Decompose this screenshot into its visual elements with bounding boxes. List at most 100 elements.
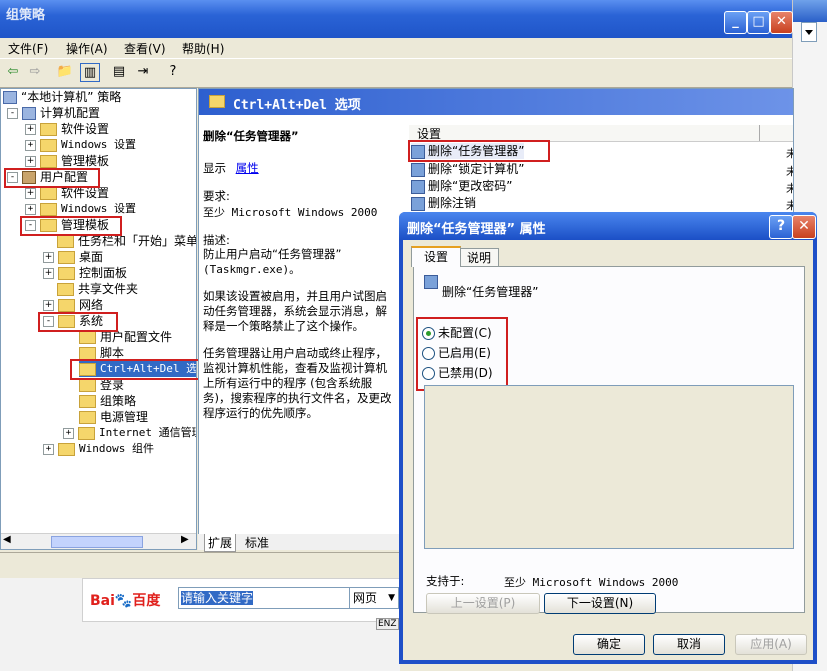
- list-item[interactable]: 删除“更改密码”: [411, 178, 512, 194]
- tree-node-user-windows-settings[interactable]: + Windows 设置: [25, 201, 136, 217]
- menu-file[interactable]: 文件(F): [8, 40, 48, 57]
- list-item[interactable]: 删除注销: [411, 195, 476, 211]
- ok-button[interactable]: 确定: [573, 634, 645, 655]
- baidu-logo[interactable]: Bai🐾百度: [90, 590, 160, 610]
- policy-icon: [3, 91, 17, 104]
- dialog-body: 设置 说明 删除“任务管理器” 未配置(C) 已启用(E) 已禁用(D) 支持于…: [403, 240, 813, 660]
- folder-icon: [40, 187, 57, 200]
- tree-node-desktop[interactable]: + 桌面: [43, 249, 103, 265]
- display-line: 显示 属性: [203, 161, 259, 175]
- search-input[interactable]: 请输入关键字: [178, 587, 352, 609]
- list-state-glyph: 未: [786, 163, 793, 179]
- description-line: 程序运行的优先顺序。: [203, 406, 318, 420]
- list-state-glyph: 未: [786, 197, 793, 213]
- folder-icon: [58, 267, 75, 280]
- tree-node-shared-folders[interactable]: 共享文件夹: [57, 281, 138, 297]
- tab-extended[interactable]: 扩展: [204, 534, 237, 552]
- description-title: 删除“任务管理器”: [203, 129, 299, 143]
- expand-icon[interactable]: +: [25, 139, 36, 151]
- menu-action[interactable]: 操作(A): [66, 40, 108, 57]
- dialog-title: 删除“任务管理器” 属性: [407, 222, 546, 237]
- comment-area: [424, 385, 794, 549]
- chevron-down-icon[interactable]: ▼: [388, 588, 395, 608]
- computer-icon: [22, 107, 36, 120]
- requirements-label: 要求:: [203, 189, 230, 203]
- setting-icon: [424, 275, 438, 289]
- expand-icon[interactable]: +: [43, 252, 54, 263]
- description-line: (Taskmgr.exe)。: [203, 263, 301, 276]
- description-line: 如果该设置被启用，并且用户试图启: [203, 289, 387, 303]
- next-setting-button[interactable]: 下一设置(N): [544, 593, 656, 614]
- tree-node-local-policy[interactable]: “本地计算机” 策略: [3, 89, 121, 105]
- up-folder-icon[interactable]: 📁: [56, 63, 74, 80]
- expand-icon[interactable]: +: [43, 300, 54, 311]
- list-item[interactable]: 删除“锁定计算机”: [411, 161, 524, 177]
- menu-view[interactable]: 查看(V): [124, 40, 166, 57]
- menu-help[interactable]: 帮助(H): [182, 40, 224, 57]
- titlebar[interactable]: 组策略 _ □ ✕: [0, 0, 793, 38]
- tree-node-admin-templates[interactable]: + 管理模板: [25, 153, 109, 169]
- tree-node-windows-settings[interactable]: + Windows 设置: [25, 137, 136, 153]
- properties-link[interactable]: 属性: [236, 161, 259, 175]
- folder-icon: [40, 155, 57, 168]
- expand-icon[interactable]: +: [25, 124, 36, 135]
- column-divider[interactable]: [759, 125, 760, 141]
- setting-icon: [411, 196, 425, 211]
- dialog-titlebar[interactable]: 删除“任务管理器” 属性 ? ✕: [399, 212, 817, 240]
- dialog-close-button[interactable]: ✕: [792, 215, 816, 239]
- expand-icon[interactable]: +: [25, 203, 36, 215]
- show-tree-icon[interactable]: ▥: [80, 63, 100, 82]
- folder-icon: [40, 138, 57, 152]
- tree-node-power-management[interactable]: 电源管理: [79, 409, 148, 425]
- close-button[interactable]: ✕: [770, 11, 793, 34]
- tab-settings[interactable]: 设置: [411, 246, 461, 267]
- export-list-icon[interactable]: ⇥: [134, 63, 152, 80]
- setting-icon: [411, 162, 425, 177]
- description-line: 防止用户启动“任务管理器”: [203, 247, 342, 261]
- highlight-list-item: [408, 140, 550, 162]
- tab-standard[interactable]: 标准: [242, 534, 272, 551]
- highlight-system: [38, 312, 118, 332]
- tree-horizontal-scrollbar[interactable]: ◀ ▶: [1, 533, 196, 549]
- scroll-right-icon[interactable]: ▶: [181, 534, 189, 545]
- scroll-left-icon[interactable]: ◀: [3, 534, 11, 545]
- tree-node-internet-comm[interactable]: + Internet 通信管理: [63, 425, 196, 441]
- tree-node-control-panel[interactable]: + 控制面板: [43, 265, 127, 281]
- description-line: 动任务管理器，系统会显示消息，解: [203, 304, 387, 318]
- back-arrow-icon[interactable]: ⇦: [4, 63, 22, 80]
- background-dropdown[interactable]: [801, 22, 817, 42]
- tree-node-computer-config[interactable]: - 计算机配置: [7, 105, 100, 121]
- window-title: 组策略: [6, 8, 46, 23]
- tree-node-group-policy[interactable]: 组策略: [79, 393, 136, 409]
- minimize-button[interactable]: _: [724, 11, 747, 34]
- tab-explain[interactable]: 说明: [459, 248, 499, 268]
- expand-icon[interactable]: +: [25, 188, 36, 199]
- forward-arrow-icon[interactable]: ⇨: [26, 63, 44, 80]
- cancel-button[interactable]: 取消: [653, 634, 725, 655]
- description-label: 描述:: [203, 233, 230, 247]
- ime-indicator: ENZ: [376, 618, 399, 630]
- tree-node-network[interactable]: + 网络: [43, 297, 103, 313]
- properties-icon[interactable]: ▤: [110, 63, 128, 80]
- help-icon[interactable]: ?: [164, 63, 182, 80]
- expand-icon[interactable]: +: [63, 427, 74, 439]
- previous-setting-button[interactable]: 上一设置(P): [426, 593, 540, 614]
- search-type-select[interactable]: 网页 ▼: [349, 587, 399, 609]
- supported-label: 支持于:: [426, 574, 465, 588]
- expand-icon[interactable]: +: [43, 268, 54, 279]
- folder-icon: [40, 123, 57, 136]
- highlight-ctrl-alt-del: [70, 359, 200, 380]
- collapse-icon[interactable]: -: [7, 108, 18, 119]
- expand-icon[interactable]: +: [25, 156, 36, 167]
- tree-node-windows-components[interactable]: + Windows 组件: [43, 441, 154, 457]
- dialog-help-button[interactable]: ?: [769, 215, 793, 239]
- scroll-thumb[interactable]: [51, 536, 143, 548]
- tree-node-software-settings[interactable]: + 软件设置: [25, 121, 109, 137]
- apply-button[interactable]: 应用(A): [735, 634, 807, 655]
- content-header: Ctrl+Alt+Del 选项: [199, 89, 793, 115]
- folder-icon: [79, 331, 96, 344]
- paw-icon: 🐾: [114, 593, 133, 609]
- expand-icon[interactable]: +: [43, 443, 54, 455]
- maximize-button[interactable]: □: [747, 11, 770, 34]
- menubar: [0, 38, 792, 58]
